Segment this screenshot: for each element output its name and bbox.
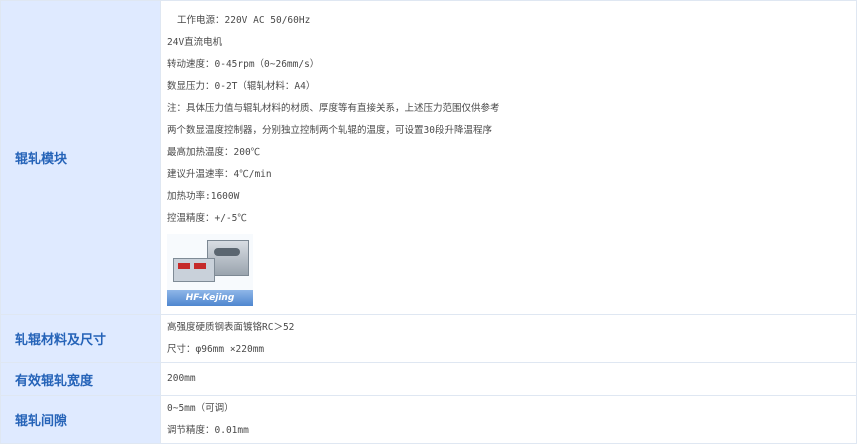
spec-line: 200mm xyxy=(167,373,196,384)
product-image: HF-Kejing xyxy=(167,233,253,306)
spec-line: 两个数显温度控制器，分别独立控制两个轧辊的温度，可设置30段升降温程序 xyxy=(167,124,492,136)
spec-line: 建议升温速率：4℃/min xyxy=(167,168,272,180)
spec-line: 控温精度：+/-5℃ xyxy=(167,212,247,224)
row-value: 高强度硬质钢表面镀铬RC＞52 尺寸：φ96mm ×220mm xyxy=(160,314,857,363)
row-value: 0~5mm（可调） 调节精度：0.01mm xyxy=(160,395,857,444)
display-illustration xyxy=(194,262,206,269)
row-value: 工作电源：220V AC 50/60Hz 24V直流电机 转动速度：0-45rp… xyxy=(160,0,857,315)
controller-illustration xyxy=(173,257,215,282)
spec-line: 数显压力：0-2T（辊轧材料：A4） xyxy=(167,80,316,92)
row-label: 轧辊材料及尺寸 xyxy=(0,314,161,363)
spec-line: 24V直流电机 xyxy=(167,36,223,48)
table-row: 辊轧间隙 0~5mm（可调） 调节精度：0.01mm xyxy=(0,395,857,444)
spec-line: 注：具体压力值与辊轧材料的材质、厚度等有直接关系，上述压力范围仅供参考 xyxy=(167,102,500,114)
spec-line: 转动速度：0-45rpm（0~26mm/s） xyxy=(167,58,320,70)
spec-table: 辊轧模块 工作电源：220V AC 50/60Hz 24V直流电机 转动速度：0… xyxy=(0,0,857,444)
table-row: 辊轧模块 工作电源：220V AC 50/60Hz 24V直流电机 转动速度：0… xyxy=(0,0,857,315)
roller-illustration xyxy=(214,247,240,256)
row-value: 200mm xyxy=(160,362,857,396)
watermark-logo: HF-Kejing xyxy=(167,289,253,306)
row-label: 辊轧模块 xyxy=(0,0,161,315)
spec-line: 调节精度：0.01mm xyxy=(167,424,249,436)
table-row: 轧辊材料及尺寸 高强度硬质钢表面镀铬RC＞52 尺寸：φ96mm ×220mm xyxy=(0,314,857,363)
spec-line: 工作电源：220V AC 50/60Hz xyxy=(177,14,311,26)
spec-line: 最高加热温度：200℃ xyxy=(167,146,261,158)
table-row: 有效辊轧宽度 200mm xyxy=(0,362,857,396)
row-label: 辊轧间隙 xyxy=(0,395,161,444)
spec-line: 尺寸：φ96mm ×220mm xyxy=(167,343,265,355)
display-illustration xyxy=(178,262,190,269)
spec-line: 0~5mm（可调） xyxy=(167,402,234,414)
spec-line: 加热功率:1600W xyxy=(167,190,240,202)
spec-line: 高强度硬质钢表面镀铬RC＞52 xyxy=(167,321,295,333)
row-label: 有效辊轧宽度 xyxy=(0,362,161,396)
